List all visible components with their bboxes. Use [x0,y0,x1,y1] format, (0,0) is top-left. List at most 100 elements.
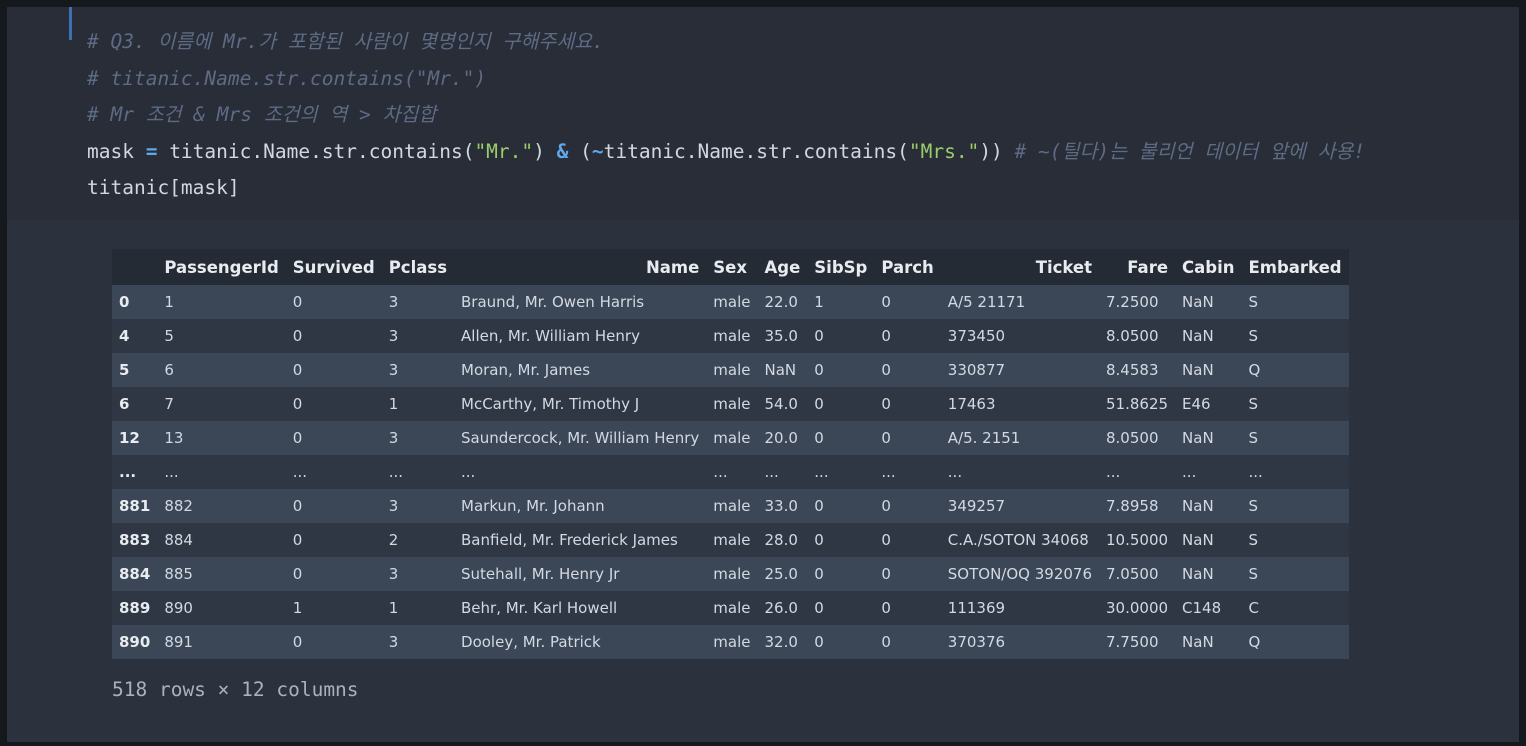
table-cell: 0 [881,531,891,549]
column-header: Parch [881,257,934,277]
table-cell: ... [292,463,308,481]
table-cell: male [713,429,751,447]
table-cell: 0 [881,293,891,311]
code-token: titanic[mask] [87,176,240,199]
table-cell: 30.0000 [1106,599,1169,617]
table-cell: 3 [388,361,399,379]
table-cell: 7.2500 [1106,293,1159,311]
table-cell: E46 [1182,395,1211,413]
code-operator: = [145,139,158,163]
code-token: mask [87,139,146,163]
table-cell: NaN [1182,497,1214,515]
table-cell: 0 [814,497,824,515]
table-cell: 1 [388,599,399,617]
table-cell: 10.5000 [1106,531,1169,549]
row-index: 5 [119,361,130,379]
table-cell: 0 [814,599,824,617]
column-header: PassengerId [164,257,279,277]
column-header: Cabin [1182,257,1235,277]
table-cell: 33.0 [764,497,798,515]
row-index: ... [119,463,137,481]
table-cell: 882 [164,497,193,515]
table-cell: Moran, Mr. James [461,361,591,379]
index-header [112,249,157,285]
column-header: Age [764,257,801,277]
table-cell: NaN [1182,531,1214,549]
table-cell: 0 [881,361,891,379]
table-cell: A/5. 2151 [947,429,1021,447]
table-cell: NaN [764,361,797,379]
table-cell: 20.0 [764,429,798,447]
table-cell: 3 [388,293,399,311]
table-cell: ... [1248,463,1263,481]
column-header: Survived [292,257,375,277]
table-cell: 13 [164,429,184,447]
table-cell: 0 [814,633,824,651]
code-comment: # titanic.Name.str.contains("Mr.") [87,66,487,90]
table-cell: 0 [292,293,303,311]
table-row: 889 890 1 1 Behr, Mr. Karl Howell male 26.0 0 0 1… [112,591,1349,625]
table-cell: 7.7500 [1106,633,1159,651]
table-cell: 7 [164,395,174,413]
table-cell: Q [1248,361,1261,379]
table-cell: 7.0500 [1106,565,1159,583]
code-operator: & [556,139,569,163]
table-cell: 330877 [947,361,1006,379]
code-line: mask = titanic.Name.str.contains("Mr.") … [87,134,1365,171]
table-cell: 0 [292,361,303,379]
table-cell: 32.0 [764,633,798,651]
code-token: titanic.Name.str.contains( [603,139,909,163]
table-cell: 0 [292,633,303,651]
table-cell: C.A./SOTON 34068 [947,531,1089,549]
code-editor[interactable]: # Q3. 이름에 Mr.가 포함된 사람이 몇명인지 구해주세요. # tita… [87,24,1365,207]
row-index: 884 [119,565,151,583]
table-cell: male [713,565,751,583]
table-row: 881 882 0 3 Markun, Mr. Johann male 33.0 0 0 3492… [112,489,1349,523]
table-cell: 0 [814,531,824,549]
code-operator: ~ [591,139,604,163]
table-cell: SOTON/OQ 392076 [947,565,1092,583]
table-cell: male [713,497,751,515]
table-cell: A/5 21171 [947,293,1026,311]
table-cell: 7.8958 [1106,497,1159,515]
table-row: 890 891 0 3 Dooley, Mr. Patrick male 32.0 0 0 370… [112,625,1349,659]
table-row: ....................................... [112,455,1349,489]
table-cell: 51.8625 [1106,395,1169,413]
table-cell: ... [881,463,896,481]
table-cell: S [1248,395,1259,413]
table-cell: S [1248,293,1259,311]
row-index: 889 [119,599,151,617]
table-cell: 6 [164,361,174,379]
code-token: titanic.Name.str.contains( [157,139,475,163]
table-cell: 0 [814,565,824,583]
table-cell: 370376 [947,633,1006,651]
code-cell[interactable]: # Q3. 이름에 Mr.가 포함된 사람이 몇명인지 구해주세요. # tita… [7,7,1519,220]
table-cell: ... [1106,463,1121,481]
table-cell: male [713,293,751,311]
table-cell: male [713,531,751,549]
column-header: Pclass [388,257,448,277]
table-cell: male [713,599,751,617]
table-cell: ... [461,463,476,481]
row-index: 890 [119,633,151,651]
table-row: 4 5 0 3 Allen, Mr. William Henry male 35.0 0 0 37… [112,319,1349,353]
table-cell: 0 [814,361,824,379]
row-index: 4 [119,327,130,345]
row-index: 883 [119,531,151,549]
code-string: "Mr." [474,139,534,163]
column-header: SibSp [814,257,868,277]
row-index: 0 [119,293,130,311]
table-cell: 0 [292,429,303,447]
table-cell: 17463 [947,395,996,413]
table-cell: 2 [388,531,399,549]
table-cell: NaN [1182,327,1214,345]
table-cell: 26.0 [764,599,798,617]
table-cell: C148 [1182,599,1222,617]
column-header: Ticket [1035,257,1092,277]
table-cell: 0 [292,531,303,549]
table-cell: 3 [388,565,399,583]
table-cell: Q [1248,633,1261,651]
table-cell: male [713,395,751,413]
row-index: 12 [119,429,140,447]
table-cell: male [713,633,751,651]
